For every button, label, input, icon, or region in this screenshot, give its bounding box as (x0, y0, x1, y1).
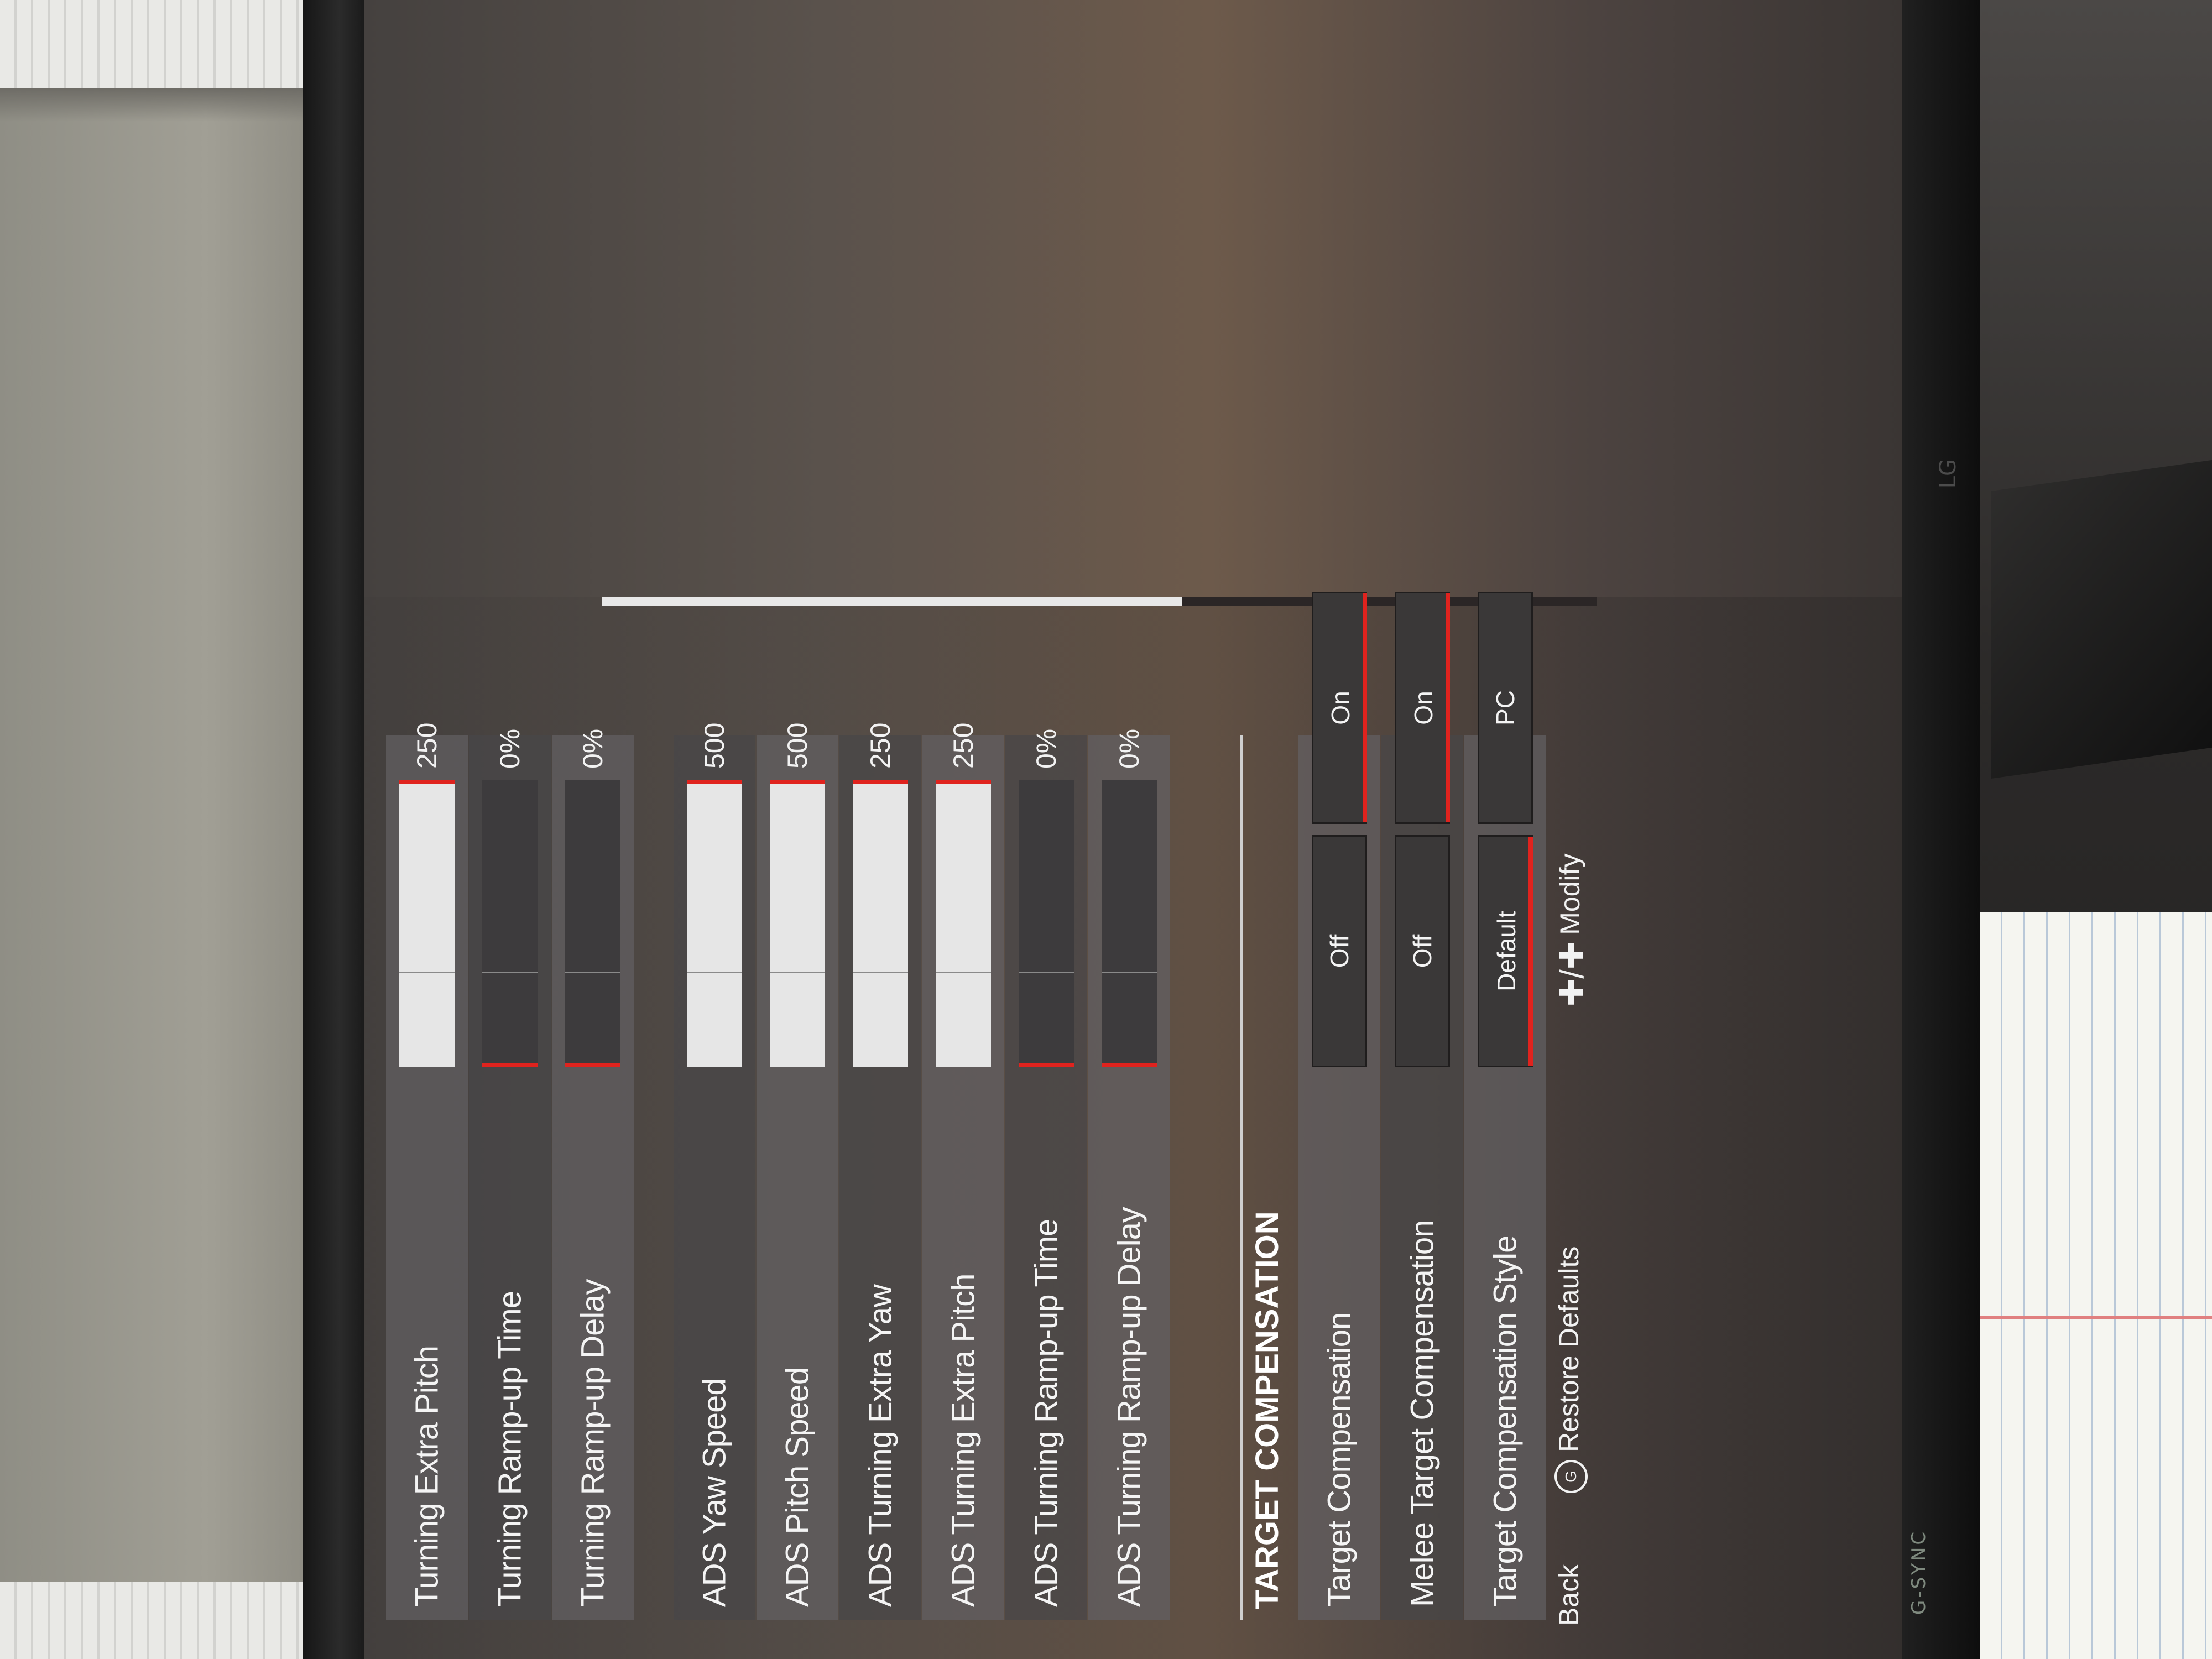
notepad-margin-line (1980, 1316, 2212, 1319)
monitor-bezel-right (1902, 0, 1980, 1659)
option-label: Melee Target Compensation (1404, 1220, 1441, 1607)
setting-slider[interactable] (399, 780, 455, 1067)
slider-default-mark (482, 972, 538, 973)
setting-value: 250 (865, 722, 896, 769)
slider-fill (936, 780, 991, 1067)
setting-row[interactable]: Turning Ramp-up Time 0% (469, 729, 551, 1620)
option-button-default[interactable]: Default (1478, 835, 1533, 1067)
setting-row[interactable]: ADS Turning Extra Pitch 250 (922, 723, 1004, 1620)
restore-defaults-label: Restore Defaults (1553, 1246, 1584, 1452)
slider-handle[interactable] (1102, 1063, 1157, 1067)
setting-value: 0% (1031, 728, 1062, 769)
section-divider (1240, 735, 1243, 1620)
setting-value: 0% (577, 728, 608, 769)
slider-default-mark (565, 972, 620, 973)
restore-defaults-button[interactable]: G Restore Defaults (1553, 1246, 1588, 1493)
slider-fill (399, 780, 455, 1067)
setting-label: Turning Ramp-up Time (492, 1291, 528, 1607)
scrollbar-thumb[interactable] (602, 597, 1182, 606)
setting-slider[interactable] (1102, 780, 1157, 1067)
setting-slider[interactable] (853, 780, 908, 1067)
slider-fill (770, 780, 825, 1067)
slider-default-mark (1019, 972, 1074, 973)
slider-default-mark (936, 972, 991, 973)
setting-slider[interactable] (565, 780, 620, 1067)
setting-label: ADS Yaw Speed (696, 1378, 733, 1607)
setting-slider[interactable] (687, 780, 742, 1067)
setting-row[interactable]: ADS Yaw Speed 500 (674, 723, 755, 1620)
settings-panel: Turning Extra Pitch 250 Turning Ramp-up Ti… (364, 592, 1902, 1659)
setting-value: 0% (494, 728, 525, 769)
option-button-pc[interactable]: PC (1478, 592, 1533, 824)
slider-default-mark (770, 972, 825, 973)
setting-label: ADS Turning Ramp-up Delay (1111, 1207, 1147, 1607)
background-wall (0, 0, 343, 1659)
setting-row[interactable]: ADS Pitch Speed 500 (757, 723, 838, 1620)
setting-label: Turning Ramp-up Delay (575, 1279, 611, 1607)
back-label: Back (1553, 1564, 1584, 1626)
option-label: Target Compensation (1321, 1312, 1358, 1607)
button-icon: G (1554, 1460, 1588, 1493)
setting-label: Turning Extra Pitch (409, 1345, 445, 1607)
setting-value: 250 (948, 722, 979, 769)
option-button-off[interactable]: Off (1395, 835, 1450, 1067)
option-button-on[interactable]: On (1395, 592, 1450, 824)
setting-row[interactable]: ADS Turning Extra Yaw 250 (839, 723, 921, 1620)
setting-label: ADS Turning Ramp-up Time (1028, 1219, 1065, 1607)
section-title-target-compensation: TARGET COMPENSATION (1249, 1211, 1285, 1609)
slider-handle[interactable] (565, 1063, 620, 1067)
monitor-bezel-left (303, 0, 364, 1659)
option-row[interactable]: Target Compensation Off On (1298, 592, 1380, 1620)
slider-fill (853, 780, 908, 1067)
setting-value: 500 (699, 722, 730, 769)
slider-handle[interactable] (482, 1063, 538, 1067)
setting-row[interactable]: Turning Ramp-up Delay 0% (552, 729, 634, 1620)
notepad (1980, 912, 2212, 1659)
option-button-off[interactable]: Off (1312, 835, 1367, 1067)
option-row[interactable]: Target Compensation Style Default PC (1464, 592, 1546, 1620)
setting-row[interactable]: ADS Turning Ramp-up Time 0% (1005, 729, 1087, 1620)
monitor-stand (1991, 460, 2212, 779)
slider-default-mark (1102, 972, 1157, 973)
setting-label: ADS Turning Extra Yaw (862, 1285, 899, 1607)
back-button[interactable]: Back (1553, 1564, 1585, 1626)
slider-fill (687, 780, 742, 1067)
setting-slider[interactable] (1019, 780, 1074, 1067)
setting-label: ADS Turning Extra Pitch (945, 1274, 982, 1607)
option-button-on[interactable]: On (1312, 592, 1367, 824)
monitor-screen: Turning Extra Pitch 250 Turning Ramp-up Ti… (364, 0, 1902, 1659)
slider-default-mark (399, 972, 455, 973)
setting-label: ADS Pitch Speed (779, 1367, 816, 1607)
setting-row[interactable]: ADS Turning Ramp-up Delay 0% (1088, 729, 1170, 1620)
setting-row[interactable]: Turning Extra Pitch 250 (386, 723, 468, 1620)
setting-slider[interactable] (770, 780, 825, 1067)
dpad-left-right-icon: ✚/✚ (1553, 941, 1590, 1006)
window-blinds (0, 0, 343, 88)
slider-default-mark (687, 972, 742, 973)
option-label: Target Compensation Style (1487, 1235, 1524, 1607)
window-blinds-bottom (0, 1582, 343, 1659)
option-row[interactable]: Melee Target Compensation Off On (1381, 592, 1463, 1620)
gsync-label: G-SYNC (1908, 1529, 1930, 1615)
setting-value: 250 (411, 722, 442, 769)
modify-label: Modify (1554, 853, 1586, 935)
setting-slider[interactable] (482, 780, 538, 1067)
setting-value: 500 (782, 722, 813, 769)
wall-shadow (0, 88, 343, 122)
monitor-logo: LG (1936, 459, 1961, 489)
modify-hint: ✚/✚ Modify (1553, 854, 1592, 1006)
setting-slider[interactable] (936, 780, 991, 1067)
slider-default-mark (853, 972, 908, 973)
setting-value: 0% (1114, 728, 1145, 769)
slider-handle[interactable] (1019, 1063, 1074, 1067)
